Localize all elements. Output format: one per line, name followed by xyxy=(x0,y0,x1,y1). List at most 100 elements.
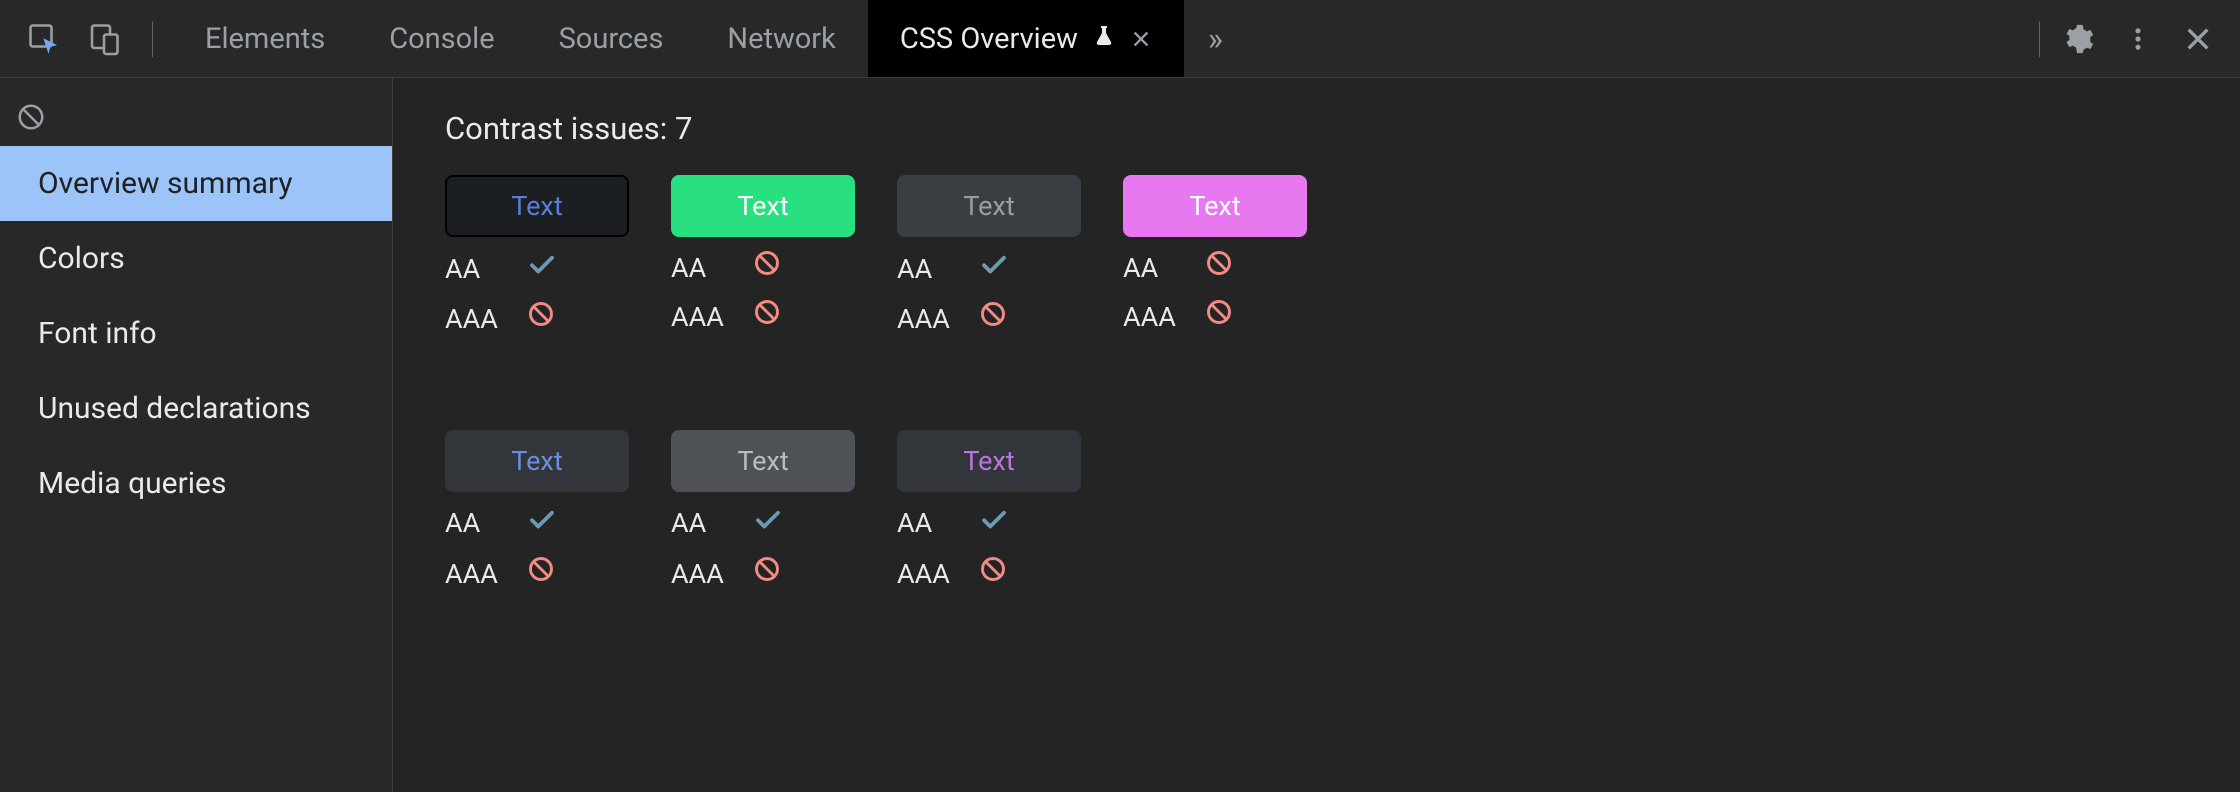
title-prefix: Contrast issues: xyxy=(445,110,667,147)
fail-icon xyxy=(979,555,1007,592)
tab-more[interactable]: » xyxy=(1184,0,1247,77)
rating-row-aa: AA xyxy=(671,249,855,286)
sidebar-item-label: Font info xyxy=(38,316,157,351)
fail-icon xyxy=(753,298,781,335)
rating-row-aaa: AAA xyxy=(897,555,1081,592)
toolbar-left-icons xyxy=(16,21,132,57)
rating-row-aaa: AAA xyxy=(671,298,855,335)
rating-label-aaa: AAA xyxy=(1123,299,1187,335)
swatch-text: Text xyxy=(511,190,562,222)
rating-row-aa: AA xyxy=(445,504,629,543)
rating-label-aa: AA xyxy=(445,505,509,541)
device-toggle-icon[interactable] xyxy=(86,21,122,57)
swatch-text: Text xyxy=(511,445,562,477)
check-icon xyxy=(979,249,1009,288)
sidebar-item-overview-summary[interactable]: Overview summary xyxy=(0,146,392,221)
contrast-swatch[interactable]: Text xyxy=(1123,175,1307,237)
toolbar-right-icons xyxy=(2060,22,2224,56)
sidebar-item-label: Unused declarations xyxy=(38,391,311,426)
contrast-swatch[interactable]: Text xyxy=(671,430,855,492)
main-area: Overview summary Colors Font info Unused… xyxy=(0,78,2240,792)
sidebar: Overview summary Colors Font info Unused… xyxy=(0,78,393,792)
rating-row-aaa: AAA xyxy=(1123,298,1307,335)
contrast-issues-title: Contrast issues: 7 xyxy=(445,110,2188,147)
block-icon[interactable] xyxy=(0,88,392,146)
fail-icon xyxy=(1205,249,1233,286)
sidebar-item-font-info[interactable]: Font info xyxy=(0,296,392,371)
rating-row-aa: AA xyxy=(897,504,1081,543)
swatch-text: Text xyxy=(963,445,1014,477)
rating-label-aaa: AAA xyxy=(445,556,509,592)
devtools-tabs: Elements Console Sources Network CSS Ove… xyxy=(173,0,1247,77)
contrast-swatch-block: TextAAAAA xyxy=(897,175,1081,338)
fail-icon xyxy=(1205,298,1233,335)
contrast-swatch-block: TextAAAAA xyxy=(897,430,1081,593)
check-icon xyxy=(753,504,783,543)
tab-label: Network xyxy=(727,22,835,56)
check-icon xyxy=(979,504,1009,543)
swatch-text: Text xyxy=(737,445,788,477)
fail-icon xyxy=(753,555,781,592)
tab-elements[interactable]: Elements xyxy=(173,0,357,77)
close-icon[interactable] xyxy=(1130,28,1152,50)
fail-icon xyxy=(979,300,1007,337)
contrast-swatch[interactable]: Text xyxy=(897,430,1081,492)
sidebar-item-label: Media queries xyxy=(38,466,226,501)
content-panel: Contrast issues: 7 TextAAAAATextAAAAATex… xyxy=(393,78,2240,792)
rating-label-aaa: AAA xyxy=(671,556,735,592)
tab-label: CSS Overview xyxy=(900,22,1078,56)
rating-label-aa: AA xyxy=(897,251,961,287)
rating-label-aaa: AAA xyxy=(671,299,735,335)
tab-label: Console xyxy=(389,22,494,56)
rating-row-aaa: AAA xyxy=(897,300,1081,337)
swatch-text: Text xyxy=(737,190,788,222)
contrast-swatch[interactable]: Text xyxy=(671,175,855,237)
rating-label-aaa: AAA xyxy=(445,301,509,337)
contrast-swatch-block: TextAAAAA xyxy=(445,175,629,338)
rating-label-aaa: AAA xyxy=(897,301,961,337)
rating-row-aaa: AAA xyxy=(445,300,629,337)
swatches-grid: TextAAAAATextAAAAATextAAAAATextAAAAAText… xyxy=(445,175,2188,593)
sidebar-item-label: Overview summary xyxy=(38,166,293,201)
rating-row-aaa: AAA xyxy=(445,555,629,592)
inspect-element-icon[interactable] xyxy=(26,21,62,57)
tab-sources[interactable]: Sources xyxy=(527,0,696,77)
tab-label: Sources xyxy=(559,22,664,56)
tab-label: Elements xyxy=(205,22,325,56)
sidebar-item-unused-declarations[interactable]: Unused declarations xyxy=(0,371,392,446)
close-devtools-icon[interactable] xyxy=(2182,23,2214,55)
toolbar-divider xyxy=(152,21,153,57)
rating-label-aa: AA xyxy=(445,251,509,287)
contrast-swatch-block: TextAAAAA xyxy=(671,175,855,338)
tab-console[interactable]: Console xyxy=(357,0,526,77)
fail-icon xyxy=(527,555,555,592)
gear-icon[interactable] xyxy=(2060,22,2094,56)
rating-label-aa: AA xyxy=(897,505,961,541)
rating-label-aa: AA xyxy=(1123,250,1187,286)
swatch-text: Text xyxy=(1189,190,1240,222)
devtools-toolbar: Elements Console Sources Network CSS Ove… xyxy=(0,0,2240,78)
rating-row-aa: AA xyxy=(1123,249,1307,286)
chevron-double-right-icon: » xyxy=(1208,20,1223,58)
rating-label-aa: AA xyxy=(671,250,735,286)
check-icon xyxy=(527,249,557,288)
sidebar-item-media-queries[interactable]: Media queries xyxy=(0,446,392,521)
kebab-menu-icon[interactable] xyxy=(2124,22,2152,56)
rating-row-aaa: AAA xyxy=(671,555,855,592)
tab-network[interactable]: Network xyxy=(695,0,867,77)
contrast-swatch[interactable]: Text xyxy=(897,175,1081,237)
contrast-swatch-block: TextAAAAA xyxy=(671,430,855,593)
sidebar-item-label: Colors xyxy=(38,241,125,276)
rating-row-aa: AA xyxy=(671,504,855,543)
contrast-swatch[interactable]: Text xyxy=(445,175,629,237)
issue-count: 7 xyxy=(675,110,692,147)
flask-icon xyxy=(1092,22,1116,56)
toolbar-divider-right xyxy=(2039,21,2040,57)
sidebar-item-colors[interactable]: Colors xyxy=(0,221,392,296)
tab-css-overview[interactable]: CSS Overview xyxy=(868,0,1184,77)
rating-row-aa: AA xyxy=(897,249,1081,288)
fail-icon xyxy=(527,300,555,337)
swatch-text: Text xyxy=(963,190,1014,222)
contrast-swatch[interactable]: Text xyxy=(445,430,629,492)
contrast-swatch-block: TextAAAAA xyxy=(445,430,629,593)
